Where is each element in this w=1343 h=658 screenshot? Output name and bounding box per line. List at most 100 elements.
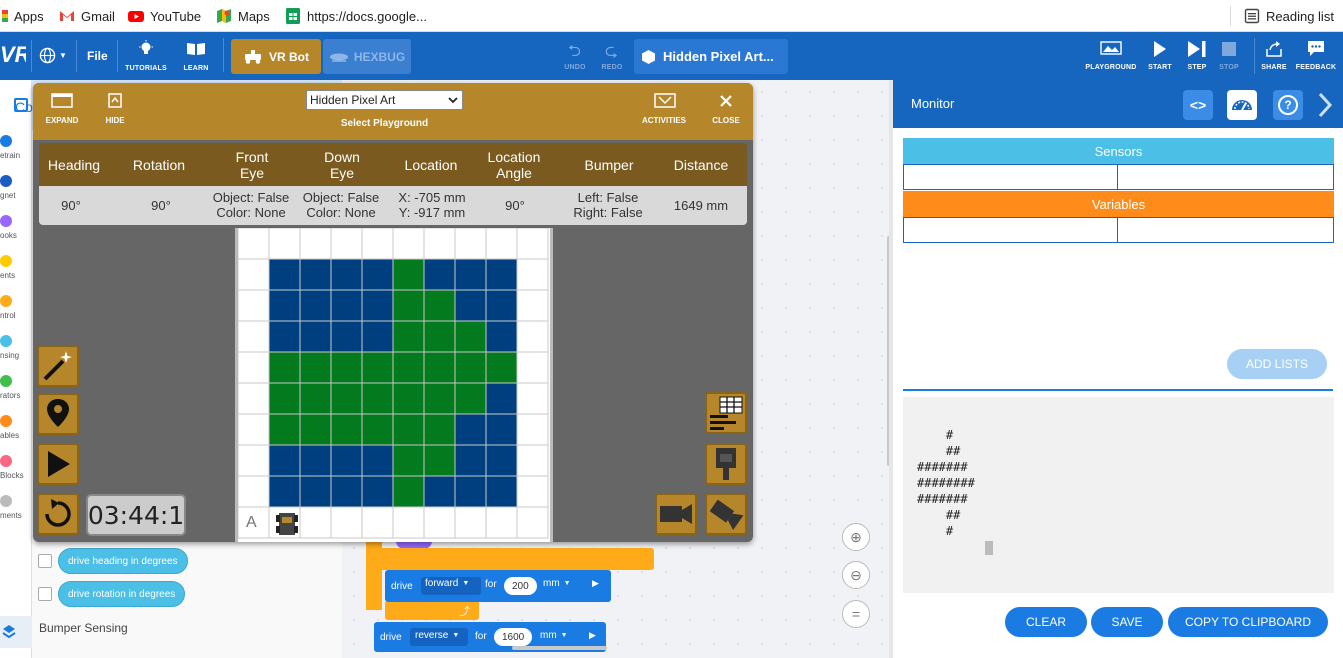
- field-border-tile: [299, 227, 332, 260]
- dashboard-toggle-button[interactable]: [705, 392, 747, 434]
- bookmark-youtube[interactable]: YouTube: [128, 7, 201, 25]
- bookmark-apps-label: Apps: [14, 8, 44, 24]
- field-border-tile: [454, 506, 487, 539]
- expand-button[interactable]: EXPAND: [41, 93, 83, 127]
- extension-icon: [2, 625, 16, 639]
- step-button[interactable]: STEP: [1182, 40, 1212, 74]
- project-name-field[interactable]: Hidden Pixel Art...: [634, 39, 788, 74]
- zoom-reset-button[interactable]: =: [842, 600, 870, 628]
- file-menu[interactable]: File: [87, 49, 108, 63]
- stop-icon: [1222, 42, 1236, 56]
- playground-button[interactable]: PLAYGROUND: [1084, 40, 1138, 74]
- bookmark-apps[interactable]: Apps: [2, 7, 44, 25]
- heading-header: Heading: [47, 157, 101, 173]
- location-angle-value: 90°: [505, 198, 525, 213]
- category-dot-icon: [0, 335, 12, 347]
- run-block-icon[interactable]: ▶: [592, 578, 599, 589]
- stop-button[interactable]: STOP: [1214, 40, 1244, 74]
- undo-button[interactable]: ⮌ UNDO: [560, 40, 590, 74]
- tutorials-button[interactable]: TUTORIALS: [122, 39, 170, 75]
- camera-angle-button[interactable]: [705, 493, 747, 535]
- category-label: nsing: [0, 351, 20, 360]
- monitor-tab-button[interactable]: [1227, 90, 1257, 120]
- expand-label: EXPAND: [45, 116, 79, 125]
- run-block-icon[interactable]: ▶: [589, 630, 596, 641]
- bookmark-docs[interactable]: https://docs.google...: [285, 7, 427, 25]
- category-dot-icon: [0, 495, 12, 507]
- field-border-tile: [237, 444, 270, 477]
- hide-button[interactable]: HIDE: [98, 93, 132, 127]
- drive-heading-block[interactable]: drive heading in degrees: [58, 548, 188, 574]
- category-dot-icon: [0, 175, 12, 187]
- monitor-resize-handle[interactable]: [889, 80, 893, 658]
- chevron-right-icon[interactable]: [1317, 92, 1333, 118]
- hexbug-tab[interactable]: HEXBUG: [323, 39, 411, 74]
- category-dot-icon: [0, 415, 12, 427]
- bookmark-gmail[interactable]: Gmail: [59, 7, 115, 25]
- vex-logo: VR: [0, 42, 26, 67]
- field-border-tile: [330, 227, 363, 260]
- zoom-reset-icon: =: [851, 606, 861, 622]
- direction-dropdown[interactable]: reverse ▼: [415, 630, 459, 642]
- bumper-left: Left: False: [577, 190, 639, 205]
- youtube-icon: [128, 11, 144, 22]
- distance-input[interactable]: 1600: [494, 628, 533, 646]
- down-eye-value: Object: False Color: None: [293, 190, 389, 220]
- extension-button[interactable]: [0, 616, 32, 648]
- playground-select[interactable]: Hidden Pixel Art: [306, 90, 463, 110]
- down-eye-color: Color: None: [306, 205, 376, 220]
- magic-wand-button[interactable]: [37, 345, 79, 387]
- timer-display: 03:44:1: [86, 494, 186, 536]
- distance-input[interactable]: 200: [504, 577, 537, 595]
- monitor-checkbox-rotation[interactable]: [38, 587, 52, 601]
- vrbot-tab[interactable]: VR Bot: [231, 39, 321, 74]
- drive-forward-block[interactable]: drive forward ▼ for 200 mm ▼ ▶: [385, 570, 611, 602]
- location-marker-button[interactable]: [37, 393, 79, 435]
- learn-button[interactable]: LEARN: [176, 39, 216, 75]
- copy-to-clipboard-button[interactable]: COPY TO CLIPBOARD: [1168, 607, 1328, 637]
- close-button[interactable]: CLOSE: [709, 93, 743, 127]
- language-button[interactable]: ▼: [39, 47, 67, 64]
- tutorials-label: TUTORIALS: [125, 65, 167, 72]
- monitor-checkbox-heading[interactable]: [38, 554, 52, 568]
- drive-rotation-block[interactable]: drive rotation in degrees: [58, 581, 186, 607]
- reset-button[interactable]: [37, 493, 79, 535]
- unit-dropdown[interactable]: mm ▼: [543, 578, 571, 590]
- field-border-tile: [268, 227, 301, 260]
- camera-top-button[interactable]: [705, 443, 747, 485]
- bookmark-maps[interactable]: Maps: [216, 7, 270, 25]
- share-button[interactable]: SHARE: [1259, 40, 1289, 74]
- drive-rotation-block-label: drive rotation in degrees: [68, 588, 176, 600]
- redo-label: REDO: [601, 64, 623, 71]
- zoom-in-icon: ⊕: [850, 528, 862, 545]
- start-button[interactable]: START: [1145, 40, 1175, 74]
- field-border-tile: [516, 506, 549, 539]
- code-brackets-icon: <>: [1189, 97, 1207, 113]
- horizontal-scrollbar[interactable]: [512, 646, 607, 650]
- direction-dropdown[interactable]: forward ▼: [425, 578, 469, 590]
- redo-button[interactable]: ⮎ REDO: [597, 40, 627, 74]
- activities-button[interactable]: ACTIVITIES: [639, 93, 689, 127]
- unit-dropdown[interactable]: mm ▼: [540, 630, 568, 642]
- chevron-down-icon: ▼: [59, 51, 67, 60]
- pixel-blue: [299, 258, 332, 291]
- reading-list-button[interactable]: Reading list: [1244, 7, 1334, 25]
- code-viewer-button[interactable]: <>: [1183, 90, 1213, 120]
- clear-button[interactable]: CLEAR: [1005, 607, 1087, 637]
- distance-header: Distance: [673, 157, 729, 173]
- feedback-button[interactable]: FEEDBACK: [1294, 40, 1338, 74]
- zoom-out-button[interactable]: ⊖: [842, 561, 870, 589]
- location-angle-header-line1: Location: [487, 149, 541, 165]
- field-border-tile: [237, 258, 270, 291]
- help-button[interactable]: ?: [1273, 90, 1303, 120]
- category-label: ents: [0, 271, 16, 280]
- camera-side-button[interactable]: [655, 493, 697, 535]
- pixel-green: [423, 289, 456, 322]
- zoom-in-button[interactable]: ⊕: [842, 523, 870, 551]
- add-lists-button[interactable]: ADD LISTS: [1227, 349, 1327, 379]
- vex-toolbar: VR ▼ File TUTORIALS LEARN VR Bot HEXBUG …: [0, 32, 1343, 80]
- pixel-art-grid: [237, 227, 549, 539]
- save-button[interactable]: SAVE: [1091, 607, 1163, 637]
- control-block[interactable]: [366, 548, 654, 570]
- run-button[interactable]: [37, 443, 79, 485]
